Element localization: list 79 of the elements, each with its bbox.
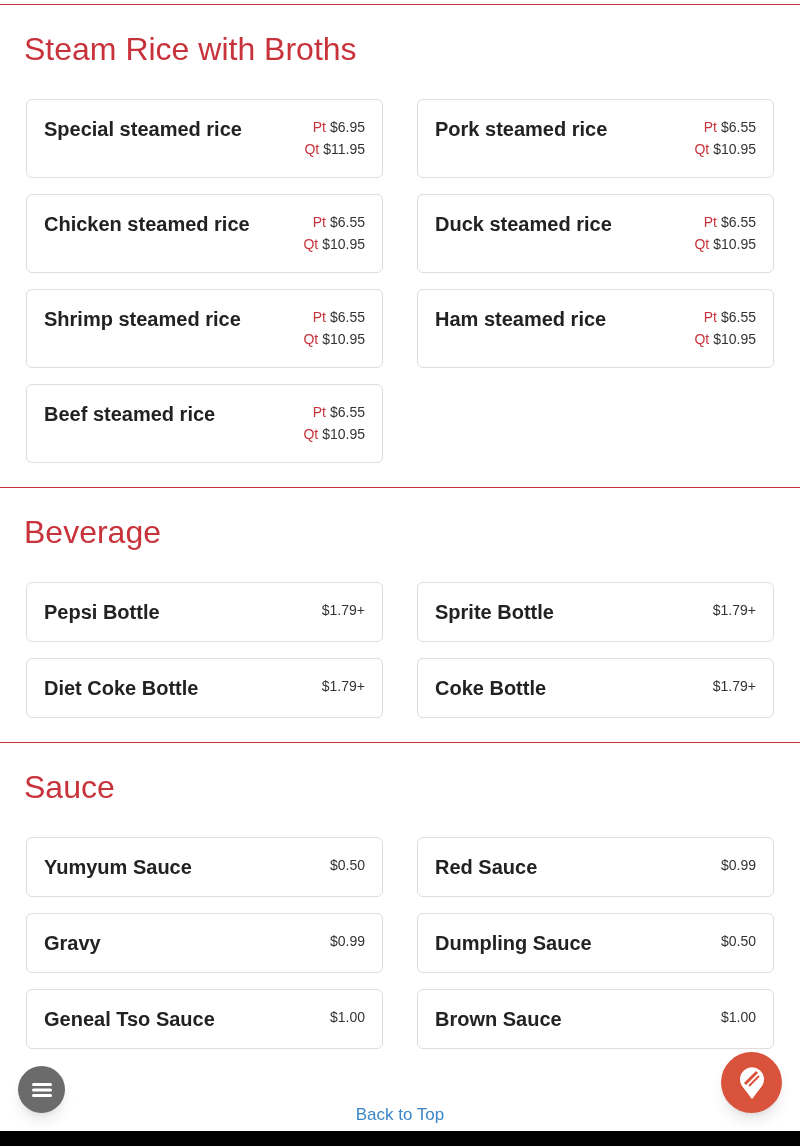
price: $10.95 — [322, 330, 365, 349]
menu-item-card[interactable]: Geneal Tso Sauce $1.00 — [26, 989, 383, 1049]
price: $1.79+ — [321, 601, 365, 620]
item-name: Coke Bottle — [435, 676, 547, 701]
menu-item-card[interactable]: Beef steamed rice Pt $6.55 Qt $10.95 — [26, 384, 383, 463]
back-to-top-link[interactable]: Back to Top — [355, 1101, 445, 1127]
item-name: Geneal Tso Sauce — [44, 1007, 215, 1032]
size-label: Pt — [703, 118, 717, 137]
size-label: Qt — [694, 235, 710, 254]
menu-item-card[interactable]: Yumyum Sauce $0.50 — [26, 837, 383, 897]
menu-item-card[interactable]: Red Sauce $0.99 — [417, 837, 774, 897]
item-name: Diet Coke Bottle — [44, 676, 199, 701]
menu-icon — [31, 1081, 52, 1098]
menu-item-card[interactable]: Brown Sauce $1.00 — [417, 989, 774, 1049]
menu-item-card[interactable]: Coke Bottle $1.79+ — [417, 658, 774, 718]
restaurant-location-button[interactable] — [721, 1052, 782, 1113]
item-name: Pork steamed rice — [435, 117, 608, 142]
menu-item-card[interactable]: Chicken steamed rice Pt $6.55 Qt $10.95 — [26, 194, 383, 273]
price: $6.55 — [720, 213, 756, 232]
item-name: Beef steamed rice — [44, 402, 216, 427]
price: $1.79+ — [321, 677, 365, 696]
item-name: Gravy — [44, 931, 101, 956]
price: $10.95 — [713, 235, 756, 254]
price: $6.55 — [720, 308, 756, 327]
price: $0.99 — [329, 932, 365, 951]
section-title: Beverage — [23, 513, 162, 552]
item-name: Shrimp steamed rice — [44, 307, 241, 332]
price: $1.79+ — [712, 601, 756, 620]
menu-item-card[interactable]: Gravy $0.99 — [26, 913, 383, 973]
price: $0.99 — [720, 856, 756, 875]
menu-item-card[interactable]: Ham steamed rice Pt $6.55 Qt $10.95 — [417, 289, 774, 368]
price: $11.95 — [323, 140, 365, 159]
price: $6.55 — [329, 213, 365, 232]
item-name: Red Sauce — [435, 855, 538, 880]
item-name: Dumpling Sauce — [435, 931, 592, 956]
size-label: Qt — [303, 330, 319, 349]
price: $10.95 — [322, 235, 365, 254]
price: $1.00 — [720, 1008, 756, 1027]
menu-item-card[interactable]: Sprite Bottle $1.79+ — [417, 582, 774, 642]
price: $0.50 — [720, 932, 756, 951]
price: $10.95 — [322, 425, 365, 444]
menu-item-card[interactable]: Duck steamed rice Pt $6.55 Qt $10.95 — [417, 194, 774, 273]
size-label: Pt — [312, 118, 326, 137]
size-label: Qt — [694, 140, 710, 159]
size-label: Pt — [312, 403, 326, 422]
item-name: Yumyum Sauce — [44, 855, 192, 880]
size-label: Qt — [303, 235, 319, 254]
menu-item-card[interactable]: Dumpling Sauce $0.50 — [417, 913, 774, 973]
item-name: Pepsi Bottle — [44, 600, 160, 625]
size-label: Qt — [304, 140, 320, 159]
price: $6.55 — [329, 308, 365, 327]
item-name: Duck steamed rice — [435, 212, 612, 237]
item-name: Special steamed rice — [44, 117, 242, 142]
menu-button[interactable] — [18, 1066, 65, 1113]
price: $1.79+ — [712, 677, 756, 696]
menu-item-card[interactable]: Shrimp steamed rice Pt $6.55 Qt $10.95 — [26, 289, 383, 368]
menu-item-card[interactable]: Special steamed rice Pt $6.95 Qt $11.95 — [26, 99, 383, 178]
item-name: Sprite Bottle — [435, 600, 554, 625]
size-label: Pt — [703, 308, 717, 327]
menu-item-card[interactable]: Pepsi Bottle $1.79+ — [26, 582, 383, 642]
menu-item-card[interactable]: Pork steamed rice Pt $6.55 Qt $10.95 — [417, 99, 774, 178]
price: $10.95 — [713, 140, 756, 159]
price: $1.00 — [329, 1008, 365, 1027]
price: $10.95 — [713, 330, 756, 349]
price: $6.95 — [329, 118, 365, 137]
size-label: Qt — [303, 425, 319, 444]
menu-item-card[interactable]: Diet Coke Bottle $1.79+ — [26, 658, 383, 718]
item-name: Chicken steamed rice — [44, 212, 250, 237]
size-label: Pt — [703, 213, 717, 232]
section-title: Steam Rice with Broths — [23, 30, 358, 69]
item-name: Brown Sauce — [435, 1007, 562, 1032]
section-title: Sauce — [23, 768, 116, 807]
price: $0.50 — [329, 856, 365, 875]
size-label: Pt — [312, 213, 326, 232]
item-name: Ham steamed rice — [435, 307, 607, 332]
price: $6.55 — [720, 118, 756, 137]
size-label: Pt — [312, 308, 326, 327]
price: $6.55 — [329, 403, 365, 422]
size-label: Qt — [694, 330, 710, 349]
